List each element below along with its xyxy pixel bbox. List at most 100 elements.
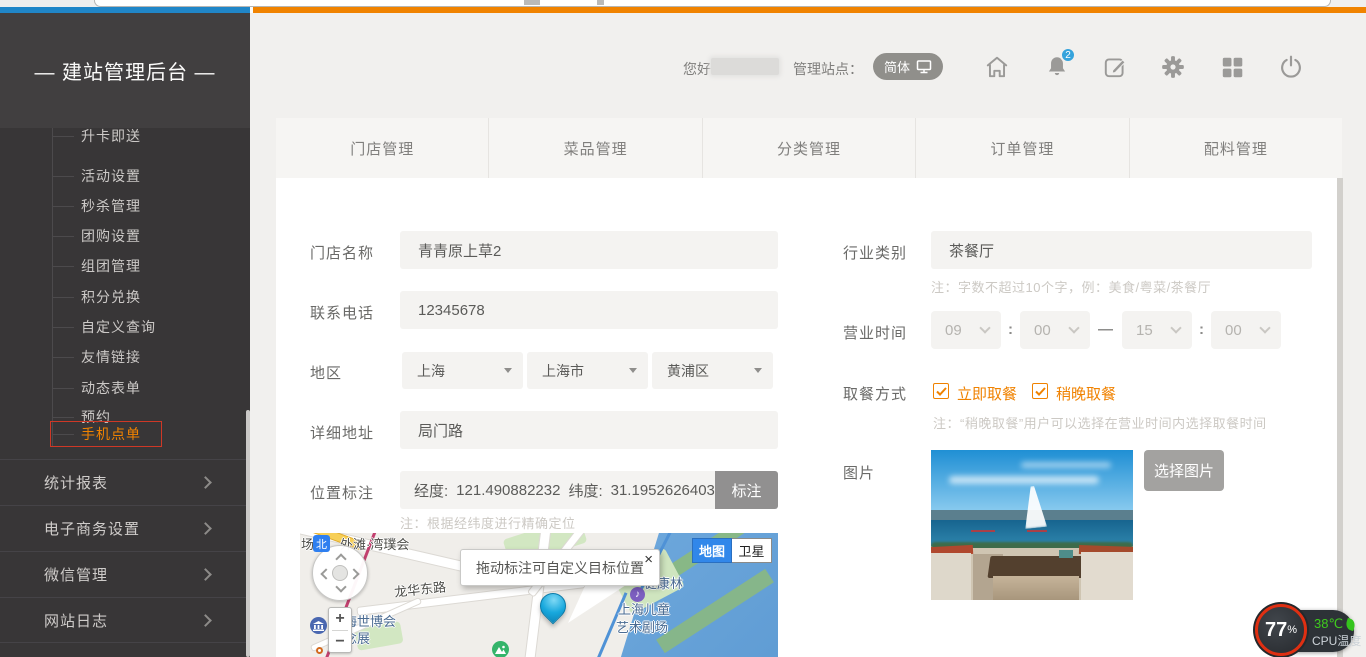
sidebar-item-points[interactable]: 积分兑换 xyxy=(0,285,250,309)
home-button[interactable] xyxy=(984,54,1010,80)
tab-category-management[interactable]: 分类管理 xyxy=(703,118,916,178)
open-hour-select[interactable]: 09 xyxy=(931,311,1001,349)
zoom-in-button[interactable]: + xyxy=(329,608,351,630)
pickup-later-label[interactable]: 稍晚取餐 xyxy=(1056,383,1116,404)
map-view-button[interactable]: 地图 xyxy=(692,538,732,563)
district-select[interactable]: 黄浦区 xyxy=(652,352,773,389)
notification-badge: 2 xyxy=(1060,47,1076,63)
sidebar-scrollbar[interactable] xyxy=(246,410,250,657)
sidebar-item-custom-query[interactable]: 自定义查询 xyxy=(0,315,250,339)
tree-tick xyxy=(52,297,74,298)
map-widget[interactable]: 场 外滩·湾璞会 龙华东路 上海世博会 纪念展 健康林 ♪ 上海儿童 艺术剧场 … xyxy=(300,533,778,657)
hours-dash: — xyxy=(1098,321,1113,338)
photo-building xyxy=(931,553,971,600)
panel-scrollbar[interactable] xyxy=(1337,178,1343,657)
home-icon xyxy=(984,54,1010,80)
pan-up-icon[interactable] xyxy=(335,553,346,564)
coordinates-input[interactable]: 经度: 121.490882232 纬度: 31.1952626403 xyxy=(400,471,715,509)
sidebar-item-flash-sale[interactable]: 秒杀管理 xyxy=(0,194,250,218)
museum-icon xyxy=(310,617,327,634)
browser-address-bar[interactable] xyxy=(94,0,1331,7)
image-label: 图片 xyxy=(843,462,875,483)
phone-input[interactable]: 12345678 xyxy=(400,291,778,329)
industry-input[interactable]: 茶餐厅 xyxy=(931,231,1312,269)
selected-item-outline xyxy=(50,421,162,447)
pickup-now-label[interactable]: 立即取餐 xyxy=(957,383,1017,404)
sidebar-item-group-buy[interactable]: 团购设置 xyxy=(0,224,250,248)
pan-right-icon[interactable] xyxy=(348,568,359,579)
tree-tick xyxy=(52,357,74,358)
tab-ingredient-management[interactable]: 配料管理 xyxy=(1130,118,1342,178)
cpu-usage-gauge[interactable]: 77 % xyxy=(1253,602,1309,657)
tree-tick xyxy=(52,388,74,389)
store-name-input[interactable]: 青青原上草2 xyxy=(400,231,778,269)
address-input[interactable]: 局门路 xyxy=(400,411,778,449)
photo-cloud xyxy=(949,476,1099,484)
edit-button[interactable] xyxy=(1102,54,1128,80)
photo-red-mark xyxy=(971,530,995,532)
cpu-percent-sign: % xyxy=(1287,624,1297,636)
tab-bar: 门店管理 菜品管理 分类管理 订单管理 配料管理 xyxy=(276,118,1342,178)
chevron-down-icon xyxy=(1068,322,1079,333)
store-name-label: 门店名称 xyxy=(310,242,374,263)
pan-down-icon[interactable] xyxy=(335,581,346,592)
tree-tick xyxy=(52,136,74,137)
power-icon xyxy=(1278,54,1304,80)
latitude-label: 纬度: xyxy=(568,480,602,501)
cpu-percent-value: 77 xyxy=(1265,619,1287,642)
close-minute-select[interactable]: 00 xyxy=(1211,311,1281,349)
settings-button[interactable] xyxy=(1160,54,1186,80)
screen: — 建站管理后台 — 升卡即送 活动设置 秒杀管理 团购设置 组团管理 积分兑换… xyxy=(0,0,1366,657)
tree-tick xyxy=(52,236,74,237)
apps-button[interactable] xyxy=(1219,54,1245,80)
pickup-label: 取餐方式 xyxy=(843,383,907,404)
cpu-usage-ring: 77 % xyxy=(1255,604,1307,656)
map-type-toggle: 地图 卫星 xyxy=(692,538,772,563)
close-hour-select[interactable]: 15 xyxy=(1122,311,1192,349)
location-note: 注：根据经纬度进行精确定位 xyxy=(400,513,576,532)
pan-center-knob[interactable] xyxy=(332,565,348,581)
sidebar-sections: 统计报表 电子商务设置 微信管理 网站日志 xyxy=(0,459,250,643)
sidebar-section-logs[interactable]: 网站日志 xyxy=(0,597,250,643)
map-label-theater-1: 上海儿童 xyxy=(618,599,670,618)
language-pill-button[interactable]: 简体 xyxy=(873,53,943,80)
tab-store-management[interactable]: 门店管理 xyxy=(276,118,489,178)
chevron-down-icon xyxy=(979,322,990,333)
mark-location-button[interactable]: 标注 xyxy=(715,471,778,509)
photo-red-mark xyxy=(1027,530,1047,532)
pickup-later-checkbox[interactable] xyxy=(1032,383,1048,399)
longitude-value: 121.490882232 xyxy=(456,482,560,499)
zoom-out-button[interactable]: − xyxy=(329,631,351,653)
map-pan-control[interactable] xyxy=(312,545,368,601)
sidebar-section-ecommerce[interactable]: 电子商务设置 xyxy=(0,505,250,551)
tree-tick xyxy=(52,206,74,207)
sidebar-item-card-gift[interactable]: 升卡即送 xyxy=(0,124,250,148)
tab-order-management[interactable]: 订单管理 xyxy=(916,118,1129,178)
tab-dish-management[interactable]: 菜品管理 xyxy=(489,118,702,178)
sidebar: — 建站管理后台 — 升卡即送 活动设置 秒杀管理 团购设置 组团管理 积分兑换… xyxy=(0,13,250,657)
choose-image-button[interactable]: 选择图片 xyxy=(1144,450,1224,491)
language-label: 简体 xyxy=(884,57,910,76)
sidebar-section-reports[interactable]: 统计报表 xyxy=(0,459,250,505)
satellite-view-button[interactable]: 卫星 xyxy=(732,538,772,563)
province-select[interactable]: 上海 xyxy=(402,352,523,389)
pickup-note: 注：“稍晚取餐”用户可以选择在营业时间内选择取餐时间 xyxy=(933,413,1267,432)
sidebar-item-group-manage[interactable]: 组团管理 xyxy=(0,254,250,278)
chevron-right-icon xyxy=(199,522,212,535)
check-icon xyxy=(1035,387,1046,396)
sidebar-section-wechat[interactable]: 微信管理 xyxy=(0,551,250,597)
tooltip-close-icon[interactable]: × xyxy=(644,551,653,568)
hours-colon: : xyxy=(1008,321,1013,338)
logout-button[interactable] xyxy=(1278,54,1304,80)
pickup-now-checkbox[interactable] xyxy=(933,383,949,399)
gear-icon xyxy=(1160,54,1186,80)
pan-left-icon[interactable] xyxy=(320,568,331,579)
photo-teal-roof xyxy=(1059,550,1073,558)
sidebar-item-activity[interactable]: 活动设置 xyxy=(0,164,250,188)
open-minute-select[interactable]: 00 xyxy=(1020,311,1090,349)
city-select[interactable]: 上海市 xyxy=(527,352,648,389)
sidebar-item-links[interactable]: 友情链接 xyxy=(0,345,250,369)
industry-label: 行业类别 xyxy=(843,242,907,263)
sidebar-item-dynamic-form[interactable]: 动态表单 xyxy=(0,376,250,400)
photo-dark-roof xyxy=(987,556,1086,578)
